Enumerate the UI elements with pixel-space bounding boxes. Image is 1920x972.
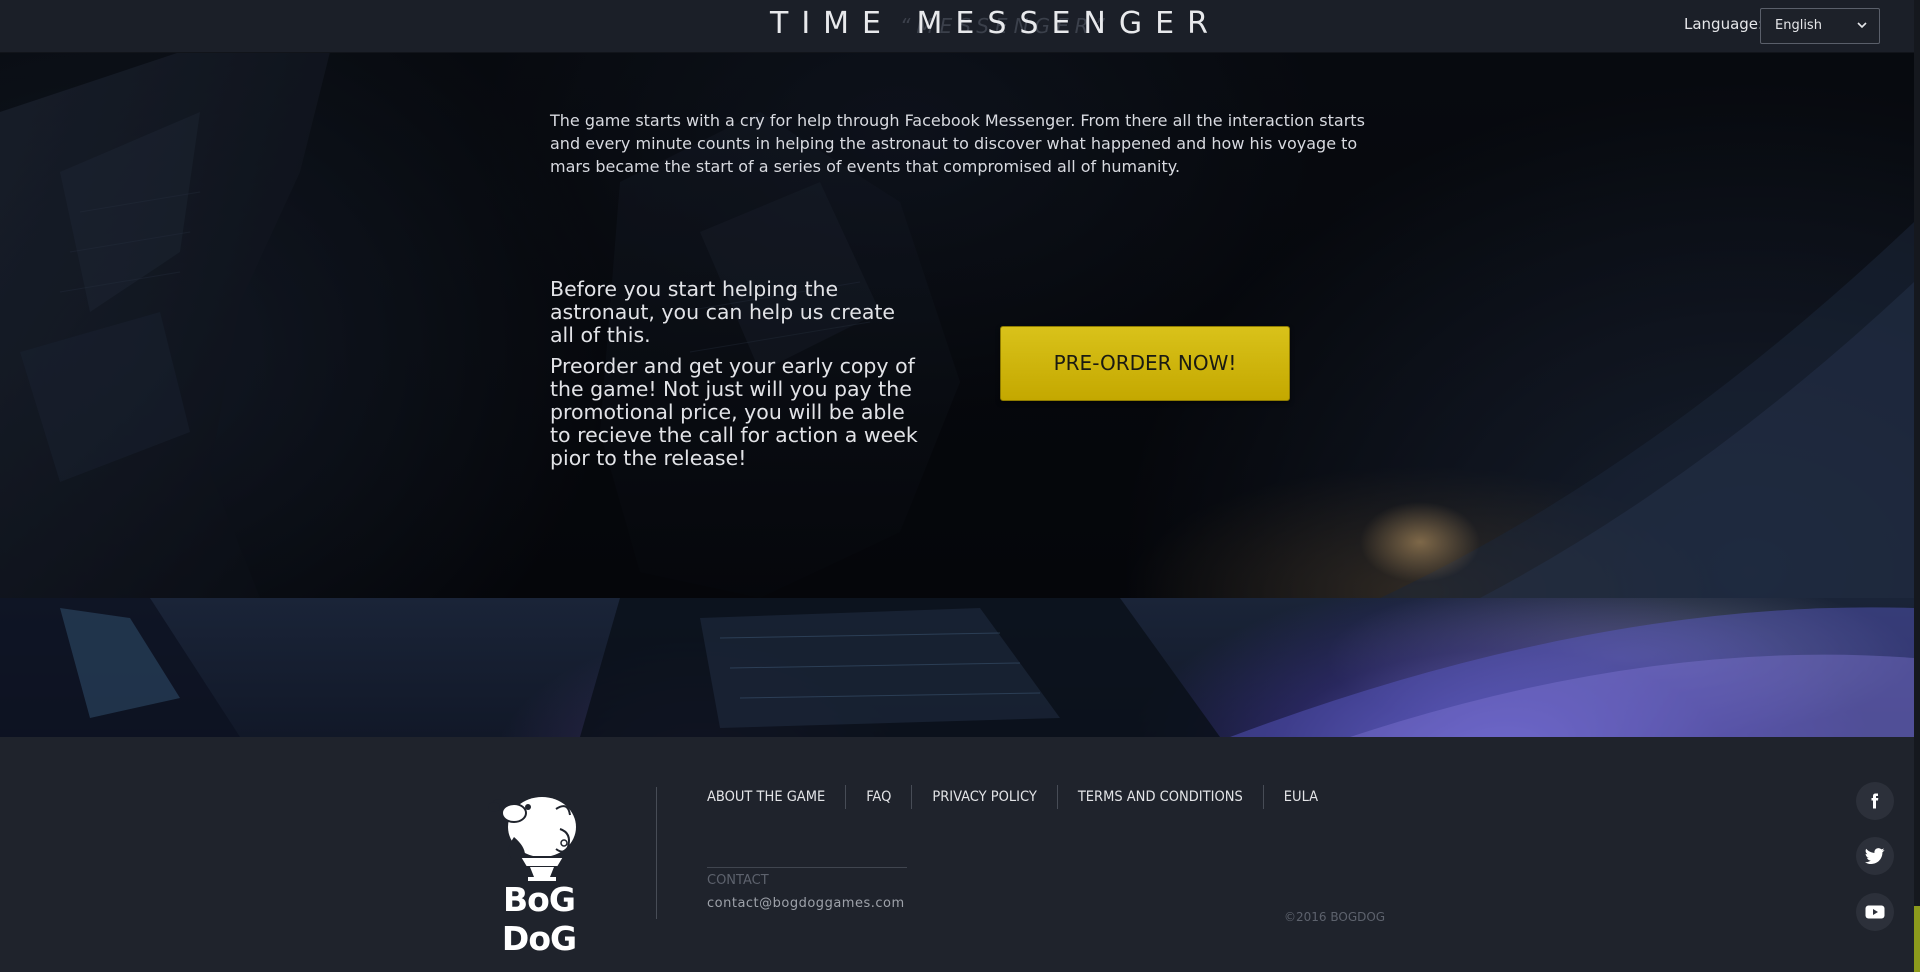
preorder-button[interactable]: PRE-ORDER NOW! [1000, 326, 1290, 401]
help-create-text: Before you start helping the astronaut, … [550, 277, 896, 347]
footer-link-about[interactable]: ABOUT THE GAME [707, 785, 845, 809]
twitter-button[interactable] [1856, 837, 1894, 875]
youtube-button[interactable] [1856, 893, 1894, 931]
scrollbar-thumb[interactable] [1914, 906, 1920, 972]
site-header: “MESSENGER” TIME MESSENGER Language: Eng… [0, 0, 1914, 53]
contact-divider [707, 867, 907, 868]
planet-strip-art [0, 598, 1914, 737]
footer-link-terms[interactable]: TERMS AND CONDITIONS [1056, 785, 1263, 809]
site-footer [0, 737, 1914, 972]
twitter-icon [1865, 848, 1885, 864]
contact-label: CONTACT [707, 873, 769, 888]
footer-nav: ABOUT THE GAME FAQ PRIVACY POLICY TERMS … [707, 785, 1338, 809]
youtube-icon [1865, 905, 1885, 919]
footer-link-eula[interactable]: EULA [1262, 785, 1338, 809]
language-select[interactable]: English [1760, 8, 1880, 44]
intro-paragraph: The game starts with a cry for help thro… [550, 111, 1365, 176]
contact-email-link[interactable]: contact@bogdoggames.com [707, 896, 905, 911]
copyright-text: ©2016 BOGDOG [1284, 910, 1386, 924]
brand-name: BoG DoG [501, 880, 577, 958]
facebook-icon [1871, 793, 1879, 809]
preorder-description: Preorder and get your early copy of the … [550, 354, 918, 470]
page: “MESSENGER” TIME MESSENGER Language: Eng… [0, 0, 1920, 972]
language-selected-value: English [1775, 18, 1822, 33]
footer-link-privacy[interactable]: PRIVACY POLICY [911, 785, 1056, 809]
language-label: Language: [1684, 15, 1764, 33]
facebook-button[interactable] [1856, 782, 1894, 820]
planet-strip [0, 598, 1914, 737]
footer-divider [656, 787, 657, 919]
footer-link-faq[interactable]: FAQ [845, 785, 911, 809]
page-scrollbar[interactable] [1914, 0, 1920, 972]
chevron-down-icon [1857, 22, 1867, 29]
site-logo[interactable]: TIME MESSENGER [770, 6, 1221, 41]
